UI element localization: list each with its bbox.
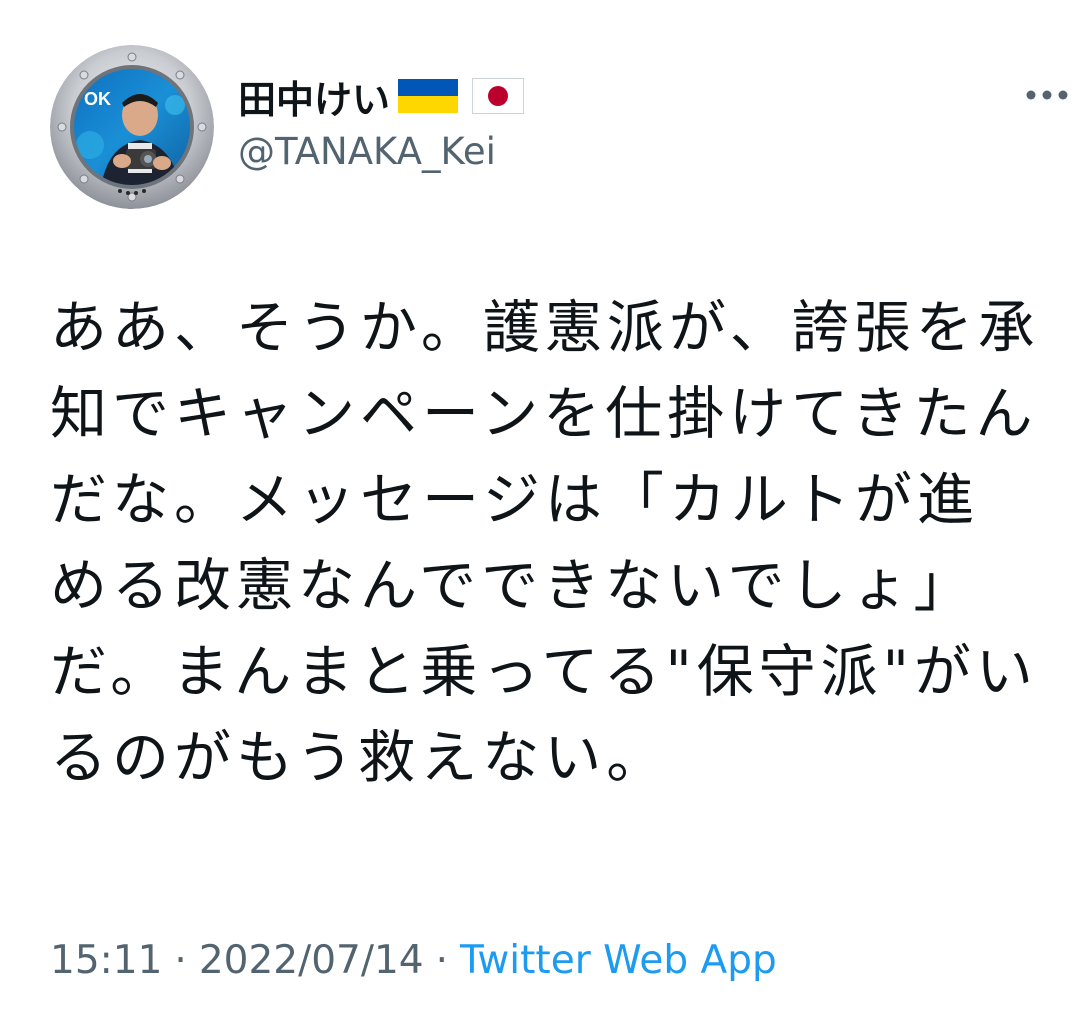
separator: ·: [174, 937, 187, 983]
separator: ·: [435, 937, 449, 983]
tweet: OK 田中けい @TANAKA_Kei ああ、そうか。護憲派が、誇張を承知でキャ…: [0, 0, 1084, 1018]
japan-flag-icon: [472, 78, 525, 114]
more-options-icon: [1026, 90, 1068, 100]
user-handle[interactable]: @TANAKA_Kei: [238, 130, 496, 173]
tweet-date[interactable]: 2022/07/14: [199, 938, 424, 983]
display-name[interactable]: 田中けい: [238, 66, 525, 126]
display-name-text: 田中けい: [238, 77, 391, 122]
tweet-time[interactable]: 15:11: [50, 938, 162, 983]
ukraine-flag-icon: [398, 79, 459, 113]
more-options-button[interactable]: [1020, 78, 1074, 112]
avatar[interactable]: OK: [50, 45, 214, 209]
tweet-metadata: 15:11 · 2022/07/14 · Twitter Web App: [50, 932, 777, 988]
tweet-text: ああ、そうか。護憲派が、誇張を承知でキャンペーンを仕掛けてきたんだな。メッセージ…: [50, 295, 1040, 791]
svg-text:OK: OK: [84, 89, 111, 109]
tweet-source-link[interactable]: Twitter Web App: [460, 938, 777, 983]
